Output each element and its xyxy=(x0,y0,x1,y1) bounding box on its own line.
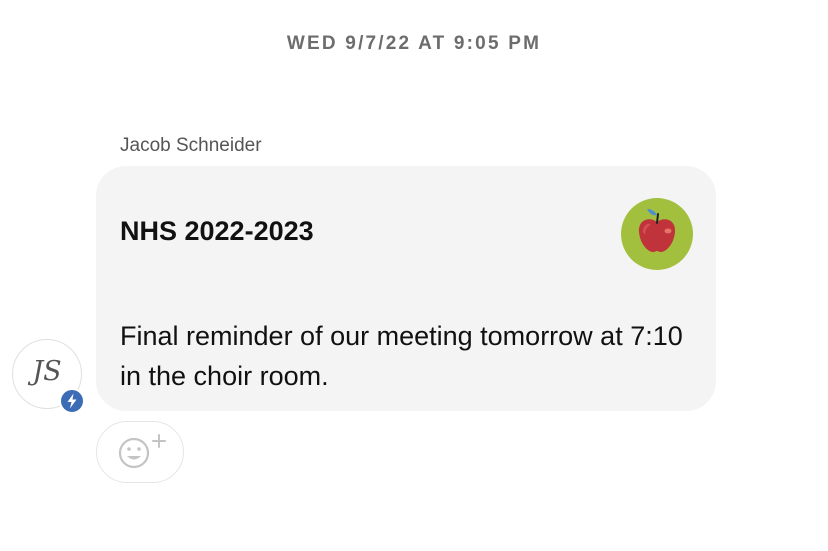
message-body: Final reminder of our meeting tomorrow a… xyxy=(120,321,683,391)
message-bubble[interactable]: NHS 2022-2023 Final reminder of our meet… xyxy=(96,166,716,411)
add-reaction-button[interactable] xyxy=(96,421,184,483)
sender-name: Jacob Schneider xyxy=(120,135,262,156)
avatar-initials: JS xyxy=(32,356,62,387)
apple-icon xyxy=(621,198,693,270)
add-emoji-icon xyxy=(118,434,166,469)
message-timestamp: WED 9/7/22 AT 9:05 PM xyxy=(286,33,542,54)
sender-avatar[interactable]: JS xyxy=(12,339,85,414)
group-name: NHS 2022-2023 xyxy=(120,216,314,246)
lightning-icon xyxy=(59,388,85,414)
